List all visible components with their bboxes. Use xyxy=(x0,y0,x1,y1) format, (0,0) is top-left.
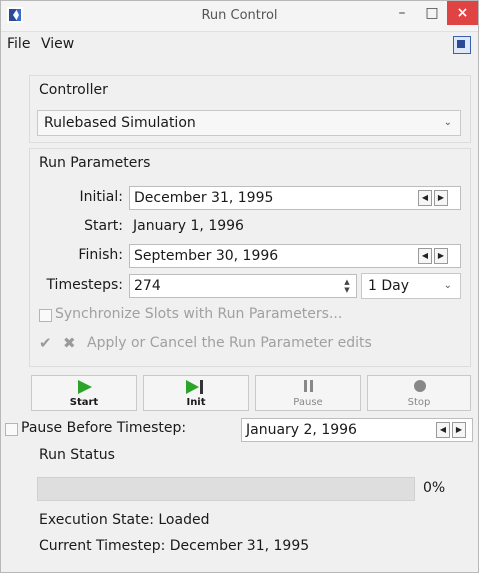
controller-select[interactable]: Rulebased Simulation ⌄ xyxy=(37,110,461,136)
run-parameters-label: Run Parameters xyxy=(39,155,151,171)
sync-checkbox[interactable] xyxy=(39,309,52,322)
close-button[interactable]: × xyxy=(447,1,478,25)
initial-date-value: December 31, 1995 xyxy=(134,190,274,206)
stop-button-label: Stop xyxy=(407,397,431,408)
pause-before-date-field[interactable]: January 2, 1996 ◀ ▶ xyxy=(241,418,473,442)
pause-button[interactable]: Pause xyxy=(255,375,361,411)
timesteps-value: 274 xyxy=(134,278,161,294)
dock-icon[interactable] xyxy=(453,36,471,54)
title-bar: Run Control – □ × xyxy=(1,1,478,32)
spinner-icon[interactable]: ▲ ▼ xyxy=(342,278,352,294)
timestep-unit-select[interactable]: 1 Day ⌄ xyxy=(361,273,461,299)
chevron-down-icon: ⌄ xyxy=(443,117,452,128)
pause-before-checkbox[interactable] xyxy=(5,423,18,436)
controller-group-label: Controller xyxy=(39,82,108,98)
progress-percent-text: 0% xyxy=(423,480,446,496)
finish-date-value: September 30, 1996 xyxy=(134,248,279,264)
menu-bar: File View xyxy=(1,32,478,58)
maximize-button[interactable]: □ xyxy=(417,1,447,25)
next-icon[interactable]: ▶ xyxy=(434,248,448,264)
prev-icon[interactable]: ◀ xyxy=(418,248,432,264)
finish-label: Finish: xyxy=(78,247,123,263)
initial-label: Initial: xyxy=(79,189,123,205)
sync-label: Synchronize Slots with Run Parameters... xyxy=(55,306,343,322)
apply-cancel-label: Apply or Cancel the Run Parameter edits xyxy=(87,335,372,351)
start-button[interactable]: Start xyxy=(31,375,137,411)
controller-selected-value: Rulebased Simulation xyxy=(44,115,196,131)
chevron-down-icon: ⌄ xyxy=(443,280,452,291)
menu-view[interactable]: View xyxy=(41,36,74,52)
start-date-value: January 1, 1996 xyxy=(133,218,244,234)
apply-check-icon[interactable]: ✔ xyxy=(39,334,52,352)
execution-state-text: Execution State: Loaded xyxy=(39,512,210,528)
start-button-label: Start xyxy=(69,397,99,408)
run-progress-bar xyxy=(37,477,415,501)
menu-file[interactable]: File xyxy=(7,36,30,52)
next-icon[interactable]: ▶ xyxy=(452,422,466,438)
play-icon xyxy=(78,380,92,394)
stop-icon xyxy=(414,380,426,392)
start-label: Start: xyxy=(84,218,123,234)
prev-icon[interactable]: ◀ xyxy=(418,190,432,206)
pause-before-label: Pause Before Timestep: xyxy=(21,420,187,436)
cancel-x-icon[interactable]: ✖ xyxy=(63,334,76,352)
init-button[interactable]: Init xyxy=(143,375,249,411)
prev-icon[interactable]: ◀ xyxy=(436,422,450,438)
current-timestep-text: Current Timestep: December 31, 1995 xyxy=(39,538,310,554)
run-control-window: Run Control – □ × File View Controller R… xyxy=(0,0,479,573)
step-icon xyxy=(186,380,203,394)
init-button-label: Init xyxy=(186,397,206,408)
stop-button[interactable]: Stop xyxy=(367,375,471,411)
pause-button-label: Pause xyxy=(293,397,323,408)
pause-icon xyxy=(304,380,313,392)
initial-date-field[interactable]: December 31, 1995 ◀ ▶ xyxy=(129,186,461,210)
minimize-button[interactable]: – xyxy=(387,1,417,25)
run-status-label: Run Status xyxy=(39,447,115,463)
pause-before-date-value: January 2, 1996 xyxy=(246,422,357,438)
timesteps-input[interactable]: 274 ▲ ▼ xyxy=(129,274,357,298)
timestep-unit-value: 1 Day xyxy=(368,278,410,294)
next-icon[interactable]: ▶ xyxy=(434,190,448,206)
finish-date-field[interactable]: September 30, 1996 ◀ ▶ xyxy=(129,244,461,268)
timesteps-label: Timesteps: xyxy=(46,277,123,293)
